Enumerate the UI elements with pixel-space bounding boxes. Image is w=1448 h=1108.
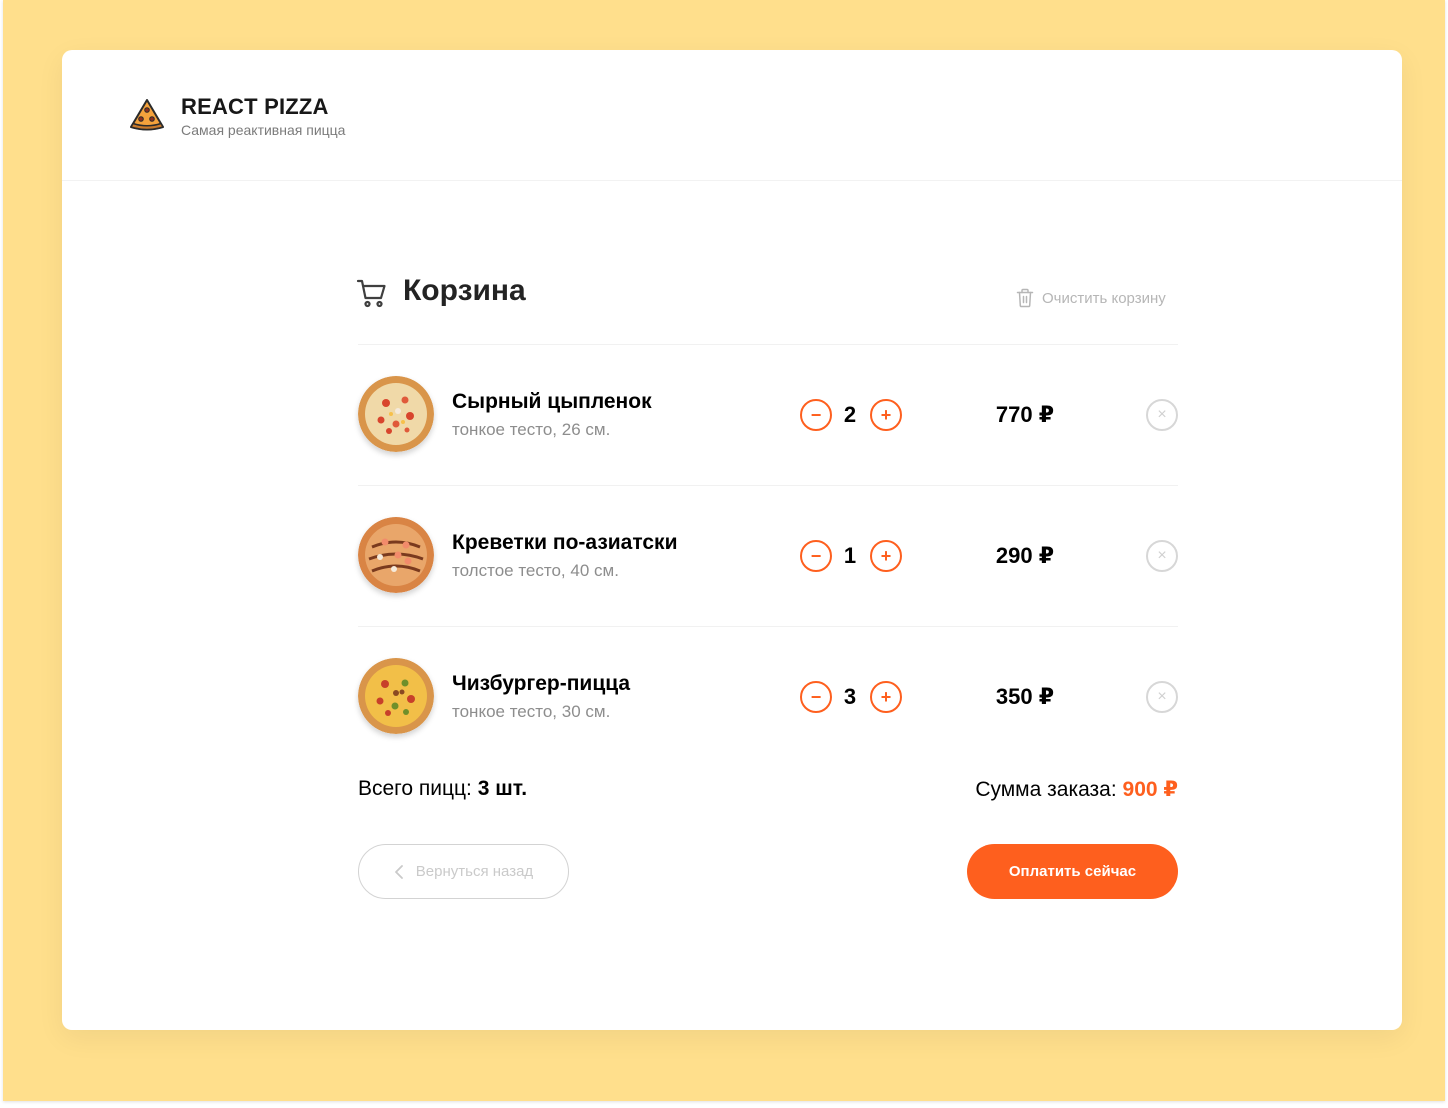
increase-qty-button[interactable]: + bbox=[870, 399, 902, 431]
item-price: 350 ₽ bbox=[995, 684, 1055, 709]
item-name: Чизбургер-пицца bbox=[452, 672, 631, 695]
brand-title[interactable]: REACT PIZZA bbox=[181, 94, 329, 120]
item-name: Креветки по-азиатски bbox=[452, 531, 678, 554]
item-quantity: 2 bbox=[843, 402, 857, 427]
cart-item: Сырный цыпленок тонкое тесто, 26 см. − 2… bbox=[358, 376, 1178, 456]
pizza-image bbox=[358, 517, 434, 593]
total-count: Всего пицц: 3 шт. bbox=[358, 777, 527, 801]
item-price: 290 ₽ bbox=[995, 543, 1055, 568]
chevron-left-icon bbox=[394, 864, 403, 879]
brand-subtitle: Самая реактивная пицца bbox=[181, 122, 346, 138]
clear-cart-button[interactable]: Очистить корзину bbox=[1016, 287, 1166, 309]
divider bbox=[358, 344, 1178, 345]
remove-item-button[interactable]: × bbox=[1146, 540, 1178, 572]
divider bbox=[358, 626, 1178, 627]
total-count-label: Всего пицц: bbox=[358, 777, 478, 800]
cart-icon bbox=[356, 279, 386, 308]
go-back-label: Вернуться назад bbox=[415, 863, 534, 880]
pay-now-button[interactable]: Оплатить сейчас bbox=[967, 844, 1178, 899]
total-count-value: 3 шт. bbox=[477, 777, 528, 800]
increase-qty-button[interactable]: + bbox=[870, 540, 902, 572]
total-sum-label: Сумма заказа: bbox=[975, 778, 1123, 801]
cart-item: Креветки по-азиатски толстое тесто, 40 с… bbox=[358, 517, 1178, 597]
item-quantity: 1 bbox=[843, 543, 857, 568]
total-sum-value: 900 ₽ bbox=[1122, 778, 1178, 801]
remove-item-button[interactable]: × bbox=[1146, 681, 1178, 713]
cart-title: Корзина bbox=[403, 274, 526, 307]
cart-item: Чизбургер-пицца тонкое тесто, 30 см. − 3… bbox=[358, 658, 1178, 738]
decrease-qty-button[interactable]: − bbox=[800, 540, 832, 572]
pizza-slice-icon[interactable] bbox=[128, 96, 166, 134]
item-description: тонкое тесто, 30 см. bbox=[452, 702, 611, 721]
remove-item-button[interactable]: × bbox=[1146, 399, 1178, 431]
pizza-image bbox=[358, 376, 434, 452]
pay-now-label: Оплатить сейчас bbox=[1008, 863, 1137, 880]
decrease-qty-button[interactable]: − bbox=[800, 399, 832, 431]
total-sum: Сумма заказа: 900 ₽ bbox=[975, 777, 1178, 802]
pizza-image bbox=[358, 658, 434, 734]
clear-cart-label: Очистить корзину bbox=[1042, 289, 1166, 307]
page-background: REACT PIZZA Самая реактивная пицца Корзи… bbox=[3, 0, 1445, 1101]
divider bbox=[358, 485, 1178, 486]
item-description: толстое тесто, 40 см. bbox=[452, 561, 619, 580]
main-card: REACT PIZZA Самая реактивная пицца Корзи… bbox=[62, 50, 1402, 1030]
trash-icon bbox=[1016, 288, 1034, 308]
item-description: тонкое тесто, 26 см. bbox=[452, 420, 611, 439]
item-price: 770 ₽ bbox=[995, 402, 1055, 427]
increase-qty-button[interactable]: + bbox=[870, 681, 902, 713]
item-quantity: 3 bbox=[843, 684, 857, 709]
site-header: REACT PIZZA Самая реактивная пицца bbox=[62, 50, 1402, 181]
go-back-button[interactable]: Вернуться назад bbox=[358, 844, 569, 899]
decrease-qty-button[interactable]: − bbox=[800, 681, 832, 713]
item-name: Сырный цыпленок bbox=[452, 390, 652, 413]
